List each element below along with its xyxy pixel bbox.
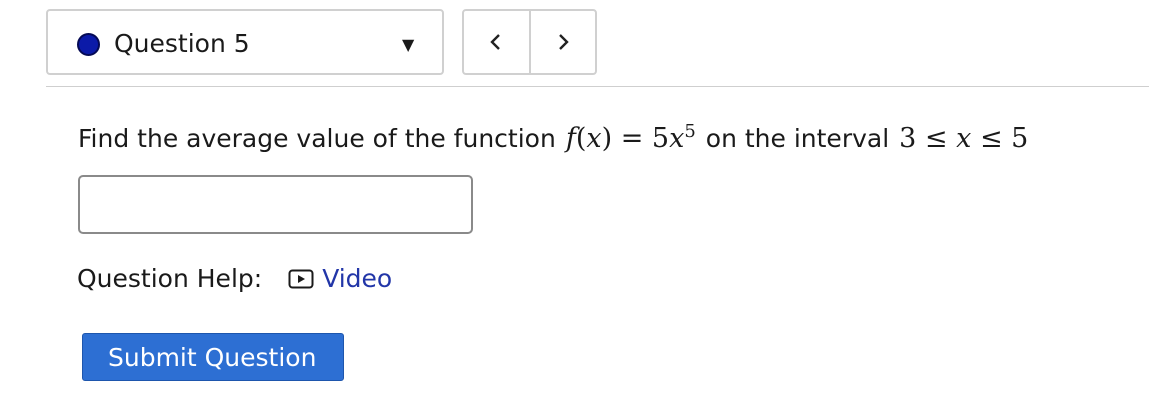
prompt-text-before: Find the average value of the function <box>78 124 556 153</box>
question-status-dot <box>77 33 100 56</box>
question-help-label: Question Help: <box>77 264 263 293</box>
function-definition: f(x) = 5x <box>565 123 685 154</box>
chevron-down-icon: ▼ <box>402 35 415 54</box>
submit-question-button[interactable]: Submit Question <box>82 333 344 381</box>
play-video-icon <box>288 269 314 288</box>
question-nav-group <box>462 9 597 75</box>
answer-input[interactable] <box>78 175 473 234</box>
chevron-right-icon <box>558 34 569 50</box>
question-prompt: Find the average value of the function f… <box>78 121 1028 154</box>
chevron-left-icon <box>490 34 501 50</box>
question-help: Question Help: Video <box>77 264 392 293</box>
divider-line <box>46 86 1149 87</box>
interval-expression: 3 ≤ x ≤ 5 <box>899 123 1029 154</box>
question-selector[interactable]: Question 5 ▼ <box>46 9 444 75</box>
question-selector-label: Question 5 <box>114 29 250 58</box>
function-expression: f(x) = 5x5 <box>566 121 696 154</box>
previous-question-button[interactable] <box>464 11 529 73</box>
function-exponent: 5 <box>684 121 696 142</box>
next-question-button[interactable] <box>531 11 596 73</box>
video-link[interactable]: Video <box>322 264 392 293</box>
prompt-text-middle: on the interval <box>705 124 890 153</box>
